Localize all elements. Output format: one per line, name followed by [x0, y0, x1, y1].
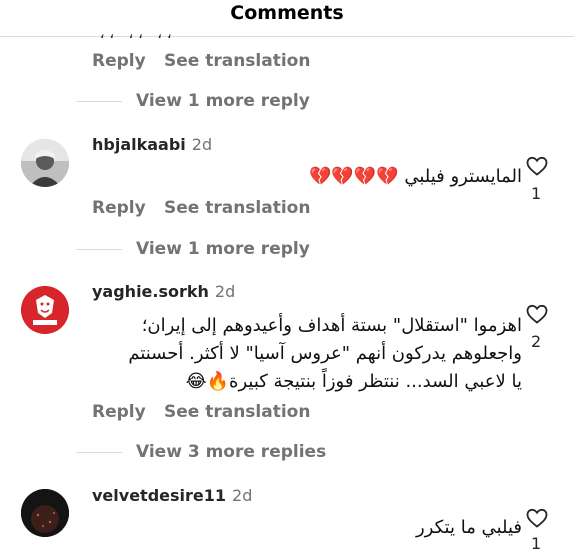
avatar[interactable]	[21, 139, 69, 187]
heart-icon[interactable]	[525, 506, 549, 530]
comment-author[interactable]: velvetdesire11 2d	[92, 486, 252, 505]
heart-icon[interactable]	[525, 302, 549, 326]
comment-author[interactable]: hbjalkaabi 2d	[92, 135, 212, 154]
comment-text-line: اهزموا "استقلال" بستة أهداف وأعيدوهم إلى…	[141, 315, 522, 336]
username[interactable]: hbjalkaabi	[92, 135, 186, 154]
see-translation-button[interactable]: See translation	[164, 402, 310, 422]
view-more-replies-button[interactable]: View 3 more replies	[136, 442, 326, 462]
comment-text: اهزموا "استقلال" بستة أهداف وأعيدوهم إلى…	[128, 312, 522, 396]
replies-divider	[76, 452, 122, 453]
username[interactable]: yaghie.sorkh	[92, 282, 209, 301]
comment-text-line: يا لاعبي السد... ننتظر فوزاً بنتيجة كبير…	[185, 371, 522, 392]
lion-logo-icon	[21, 286, 69, 334]
view-more-replies-button[interactable]: View 1 more reply	[136, 91, 310, 111]
comment-author[interactable]: yaghie.sorkh 2d	[92, 282, 235, 301]
comment-time: 2d	[214, 282, 236, 301]
comment-text-line: واجعلوهم يدركون أنهم "عروس آسيا" لا أكثر…	[128, 343, 522, 364]
avatar[interactable]	[21, 489, 69, 537]
like-count: 1	[531, 184, 542, 203]
page-title: Comments	[230, 2, 344, 24]
comment-text-line: فيلبي ما يتكرر	[415, 517, 522, 538]
avatar-photo-icon	[21, 489, 69, 537]
comment-text: المايسترو فيلبي 💔💔💔💔	[309, 163, 522, 191]
comment-text-line: المايسترو فيلبي 💔💔💔💔	[308, 166, 522, 187]
replies-divider	[76, 101, 122, 102]
comments-header: Comments	[0, 0, 574, 37]
reply-button[interactable]: Reply	[92, 51, 146, 71]
avatar-photo-icon	[21, 139, 69, 187]
avatar[interactable]	[21, 286, 69, 334]
view-more-replies-button[interactable]: View 1 more reply	[136, 239, 310, 259]
reply-button[interactable]: Reply	[92, 198, 146, 218]
heart-icon[interactable]	[525, 154, 549, 178]
reply-button[interactable]: Reply	[92, 402, 146, 422]
see-translation-button[interactable]: See translation	[164, 51, 310, 71]
username[interactable]: velvetdesire11	[92, 486, 226, 505]
previous-comment-cutoff: ‎ ، ، ‎ ‎ ، ، ‎ ‎ ، ، ‎	[95, 28, 177, 38]
see-translation-button[interactable]: See translation	[164, 198, 310, 218]
comment-time: 2d	[232, 486, 253, 505]
comment-text: فيلبي ما يتكرر	[416, 514, 522, 542]
comment-time: 2d	[191, 135, 213, 154]
like-count: 2	[531, 332, 542, 351]
replies-divider	[76, 249, 122, 250]
